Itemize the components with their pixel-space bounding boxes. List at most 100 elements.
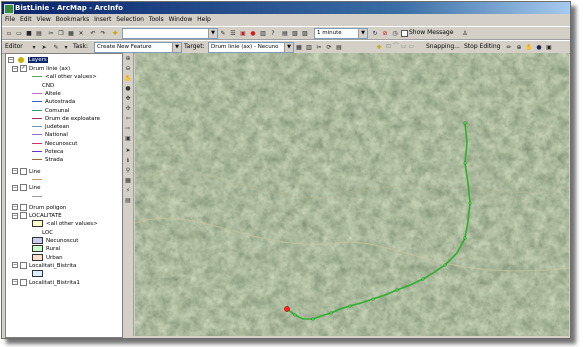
back-icon[interactable]: ⇦ (124, 115, 132, 123)
menu-insert[interactable]: Insert (94, 15, 111, 25)
show-message-checkbox[interactable] (401, 30, 408, 37)
layer-visibility-checkbox[interactable]: ✓ (20, 65, 27, 72)
toc-layer[interactable]: − Drum poligon (12, 203, 66, 212)
vertex-marker[interactable] (421, 277, 425, 281)
model-builder-icon[interactable]: ▤ (280, 29, 290, 39)
toc-layer[interactable]: − Localitati_Bistrita (12, 261, 76, 270)
stop-icon[interactable]: ⊘ (380, 29, 390, 39)
split-icon[interactable]: ✂ (314, 43, 324, 53)
interval-combo[interactable]: 1 minute ▼ (314, 28, 368, 39)
cut-icon[interactable]: ✂ (46, 29, 56, 39)
print-icon[interactable]: ▤ (34, 29, 44, 39)
refresh-icon[interactable]: ↻ (370, 29, 380, 39)
editor-dropdown-icon[interactable]: ▾ (29, 43, 39, 53)
menu-selection[interactable]: Selection (116, 15, 144, 25)
attribute-table-icon[interactable]: ▤ (334, 43, 344, 53)
collapse-icon[interactable]: − (12, 204, 18, 211)
vertex-marker[interactable] (463, 236, 467, 240)
person-icon[interactable]: ♙ (460, 29, 470, 39)
delete-icon[interactable]: ✕ (76, 29, 86, 39)
layer-visibility-checkbox[interactable] (20, 212, 27, 220)
editor-menu[interactable]: Editor (5, 42, 23, 52)
task-combo[interactable]: Create New Feature ▼ (94, 42, 182, 53)
collapse-icon[interactable]: − (12, 168, 18, 175)
target-combo[interactable]: Drum linie (ax) - Necuno ▼ (208, 42, 294, 53)
collapse-icon[interactable]: − (12, 279, 18, 285)
vertex-marker[interactable] (329, 311, 333, 315)
stop-editing-button[interactable]: Stop Editing (464, 42, 500, 52)
toc-layer[interactable]: − Line (12, 184, 40, 192)
select-elements-icon[interactable]: ➤ (124, 147, 132, 155)
pan-icon[interactable]: ✋ (524, 43, 534, 53)
collapse-icon[interactable]: − (12, 262, 18, 269)
toc-layer[interactable]: − LOCALITATE (12, 212, 62, 220)
layer-visibility-checkbox[interactable] (20, 203, 27, 211)
add-data-icon[interactable]: ✚ (110, 29, 120, 39)
vertex-marker[interactable] (348, 304, 352, 308)
python-window-icon[interactable]: ▧ (290, 29, 300, 39)
vertex-marker[interactable] (463, 161, 467, 165)
layer-visibility-checkbox[interactable] (20, 184, 27, 192)
collapse-icon[interactable]: − (12, 212, 18, 219)
vertex-marker[interactable] (311, 317, 315, 321)
toc-layer[interactable]: − Localitati_Bistrita1 (12, 278, 80, 287)
fixed-zoom-in-icon[interactable]: ✥ (124, 95, 132, 103)
full-extent-icon[interactable]: ● (124, 85, 132, 93)
vertex-marker[interactable] (463, 121, 467, 125)
menu-tools[interactable]: Tools (149, 15, 164, 25)
help-icon[interactable]: ? (268, 29, 278, 39)
menu-view[interactable]: View (37, 15, 51, 25)
sketch-dropdown-icon[interactable]: ▾ (61, 43, 71, 53)
fixed-zoom-out-icon[interactable]: ✣ (124, 105, 132, 113)
new-icon[interactable]: ▫ (4, 29, 14, 39)
globe-icon[interactable]: ● (534, 43, 544, 53)
attributes-icon[interactable]: ▦ (294, 43, 304, 53)
collapse-icon[interactable]: − (12, 184, 18, 191)
arccatalog-icon[interactable]: ▥ (258, 29, 268, 39)
vertex-marker[interactable] (443, 263, 447, 267)
layer-visibility-checkbox[interactable] (20, 278, 27, 286)
arctoolbox-icon[interactable]: ▣ (238, 29, 248, 39)
redo-icon[interactable]: ↷ (98, 29, 108, 39)
vertex-marker[interactable] (395, 288, 399, 292)
layer-visibility-checkbox[interactable] (20, 261, 27, 269)
zoom-in-icon[interactable]: ⊕ (514, 43, 524, 53)
measure-icon[interactable]: ▦ (124, 177, 132, 185)
table-of-contents-icon[interactable]: ☰ (228, 29, 238, 39)
layer-visibility-checkbox[interactable] (20, 167, 27, 175)
sketch-properties-icon[interactable]: ▥ (304, 43, 314, 53)
find-icon[interactable]: ⚲ (124, 167, 132, 175)
open-icon[interactable]: ▭ (14, 29, 24, 39)
menu-help[interactable]: Help (197, 15, 211, 25)
pan-icon[interactable]: ✋ (124, 75, 132, 83)
forward-icon[interactable]: ⇨ (124, 125, 132, 133)
menu-bookmarks[interactable]: Bookmarks (56, 15, 90, 25)
command-line-icon[interactable]: ● (248, 29, 258, 39)
editor-toolbar-icon[interactable]: ✎ (218, 29, 228, 39)
select-features-icon[interactable]: ▣ (124, 135, 132, 143)
menu-window[interactable]: Window (169, 15, 193, 25)
map-display[interactable] (135, 53, 569, 336)
toc-layer[interactable]: − Line (12, 167, 40, 176)
pencil-icon[interactable]: ✏ (504, 43, 514, 53)
vertex-marker[interactable] (468, 201, 472, 205)
vertex-marker[interactable] (371, 297, 375, 301)
clock-icon[interactable]: ◷ (390, 29, 400, 39)
edit-point-marker[interactable] (284, 306, 290, 312)
results-icon[interactable]: ▨ (300, 29, 310, 39)
sketch-tool-icon[interactable]: ✎ (51, 43, 61, 53)
zoom-out-icon[interactable]: ⊖ (124, 65, 132, 73)
rotate-icon[interactable]: ⟳ (324, 43, 334, 53)
copy-icon[interactable]: ❐ (56, 29, 66, 39)
menu-edit[interactable]: Edit (20, 15, 32, 25)
snapping-menu[interactable]: Snapping... (426, 42, 460, 52)
map-scale-combo[interactable]: ▼ (122, 28, 218, 39)
zoom-in-icon[interactable]: ⊕ (124, 55, 132, 63)
undo-icon[interactable]: ↶ (88, 29, 98, 39)
collapse-icon[interactable]: − (12, 65, 18, 72)
vertex-marker[interactable] (293, 313, 297, 317)
toc-root-layers[interactable]: − Layers (8, 56, 48, 64)
edit-vertices-icon[interactable]: ✚ (374, 43, 384, 53)
edit-tool-icon[interactable]: ➤ (39, 43, 49, 53)
identify-icon[interactable]: ℹ (124, 157, 132, 165)
